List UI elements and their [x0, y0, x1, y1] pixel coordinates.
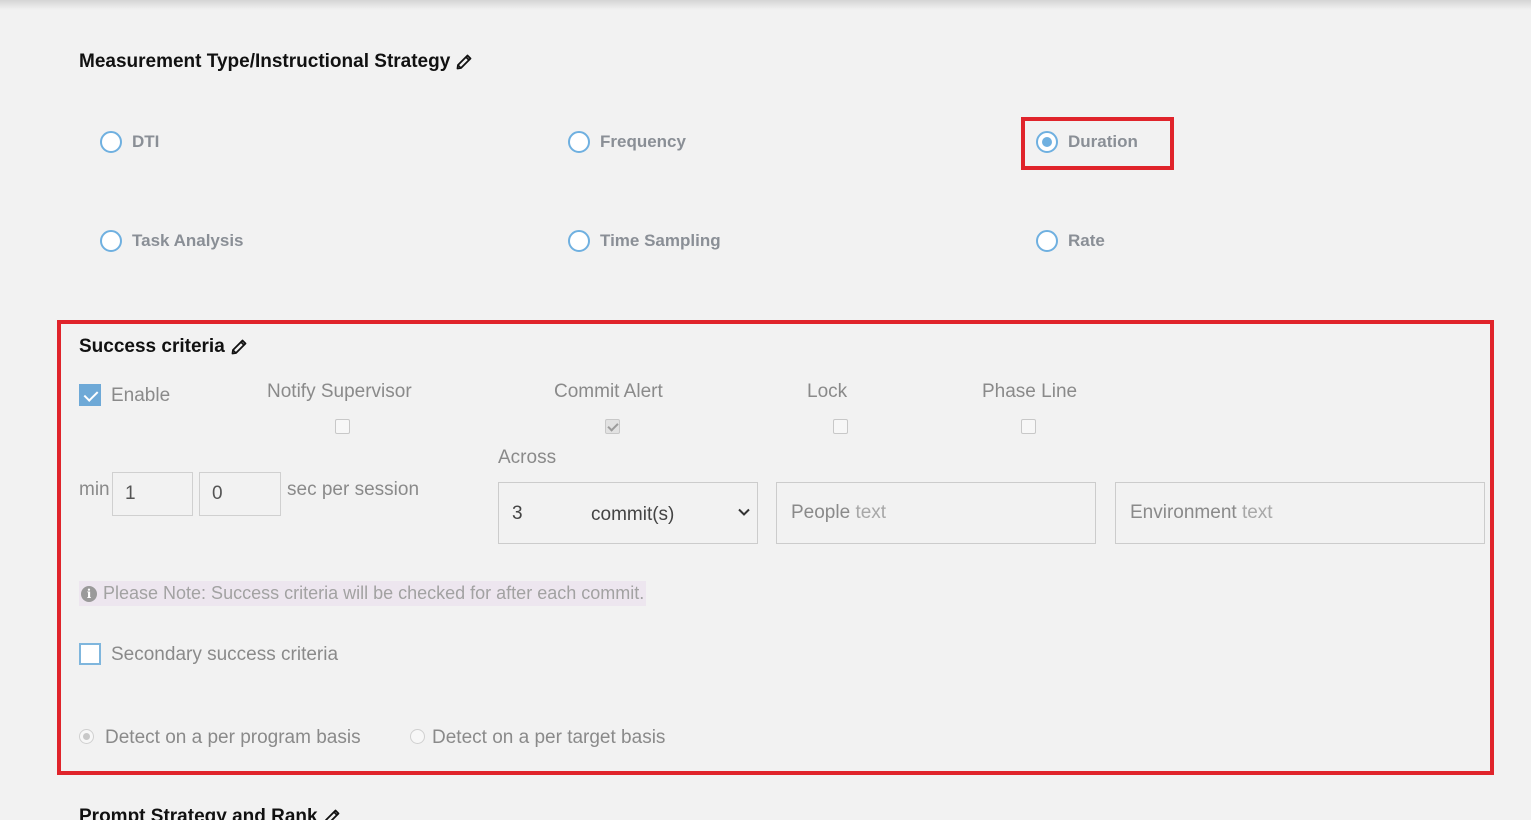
success-note: i Please Note: Success criteria will be … — [79, 581, 647, 606]
detect-program-radio[interactable] — [79, 729, 94, 744]
across-label: Across — [498, 447, 557, 468]
radio-time-sampling[interactable]: Time Sampling — [568, 230, 721, 252]
sec-input[interactable]: 0 — [199, 472, 281, 516]
radio-label-frequency: Frequency — [600, 132, 686, 151]
enable-label: Enable — [111, 385, 171, 406]
commit-alert-label: Commit Alert — [554, 381, 663, 402]
success-title-text: Success criteria — [79, 336, 225, 357]
radio-frequency[interactable]: Frequency — [568, 131, 686, 153]
radio-circle-rate[interactable] — [1036, 230, 1058, 252]
prompt-section-title: Prompt Strategy and Rank — [79, 806, 340, 820]
top-shadow — [0, 0, 1531, 10]
radio-circle-dti[interactable] — [100, 131, 122, 153]
environment-input-label: Environment — [1130, 502, 1237, 523]
enable-checkbox[interactable] — [79, 384, 101, 406]
success-note-text: Please Note: Success criteria will be ch… — [103, 583, 645, 603]
secondary-criteria-checkbox[interactable] — [79, 643, 101, 665]
commit-alert-checkbox[interactable] — [605, 419, 620, 434]
detect-program-label: Detect on a per program basis — [105, 727, 361, 748]
environment-input-placeholder: text — [1241, 502, 1273, 523]
radio-duration[interactable]: Duration — [1036, 131, 1138, 153]
radio-circle-time-sampling[interactable] — [568, 230, 590, 252]
min-label: min — [79, 479, 110, 500]
phase-line-label: Phase Line — [982, 381, 1078, 402]
notify-supervisor-label: Notify Supervisor — [267, 381, 412, 402]
radio-circle-task-analysis[interactable] — [100, 230, 122, 252]
detect-target-radio[interactable] — [410, 729, 425, 744]
people-input[interactable]: People text — [776, 482, 1096, 544]
lock-checkbox[interactable] — [833, 419, 848, 434]
lock-label: Lock — [807, 381, 848, 402]
success-section-title: Success criteria — [79, 336, 247, 358]
per-session-label: sec per session — [287, 479, 420, 500]
measurement-title-text: Measurement Type/Instructional Strategy — [79, 51, 451, 72]
radio-circle-duration[interactable] — [1036, 131, 1058, 153]
prompt-title-text: Prompt Strategy and Rank — [79, 806, 318, 820]
across-select[interactable]: 3 commit(s) — [498, 482, 758, 544]
pencil-icon[interactable] — [456, 54, 472, 70]
notify-supervisor-checkbox[interactable] — [335, 419, 350, 434]
people-input-placeholder: text — [855, 502, 887, 523]
radio-label-duration: Duration — [1068, 132, 1138, 151]
phase-line-checkbox[interactable] — [1021, 419, 1036, 434]
radio-label-rate: Rate — [1068, 231, 1105, 250]
across-select-unit: commit(s) — [591, 504, 675, 525]
detect-target-label: Detect on a per target basis — [432, 727, 666, 748]
chevron-down-icon — [738, 508, 750, 516]
radio-rate[interactable]: Rate — [1036, 230, 1105, 252]
pencil-icon[interactable] — [324, 809, 340, 820]
radio-label-task-analysis: Task Analysis — [132, 231, 244, 250]
measurement-section-title: Measurement Type/Instructional Strategy — [79, 51, 472, 73]
radio-label-time-sampling: Time Sampling — [600, 231, 721, 250]
radio-label-dti: DTI — [132, 132, 160, 151]
radio-task-analysis[interactable]: Task Analysis — [100, 230, 244, 252]
radio-dti[interactable]: DTI — [100, 131, 159, 153]
environment-input[interactable]: Environment text — [1115, 482, 1485, 544]
min-input[interactable]: 1 — [112, 472, 193, 516]
radio-circle-frequency[interactable] — [568, 131, 590, 153]
across-select-value: 3 — [512, 503, 523, 524]
people-input-label: People — [791, 502, 851, 523]
secondary-criteria-label: Secondary success criteria — [111, 644, 339, 665]
info-icon: i — [81, 585, 97, 602]
pencil-icon[interactable] — [231, 339, 247, 355]
